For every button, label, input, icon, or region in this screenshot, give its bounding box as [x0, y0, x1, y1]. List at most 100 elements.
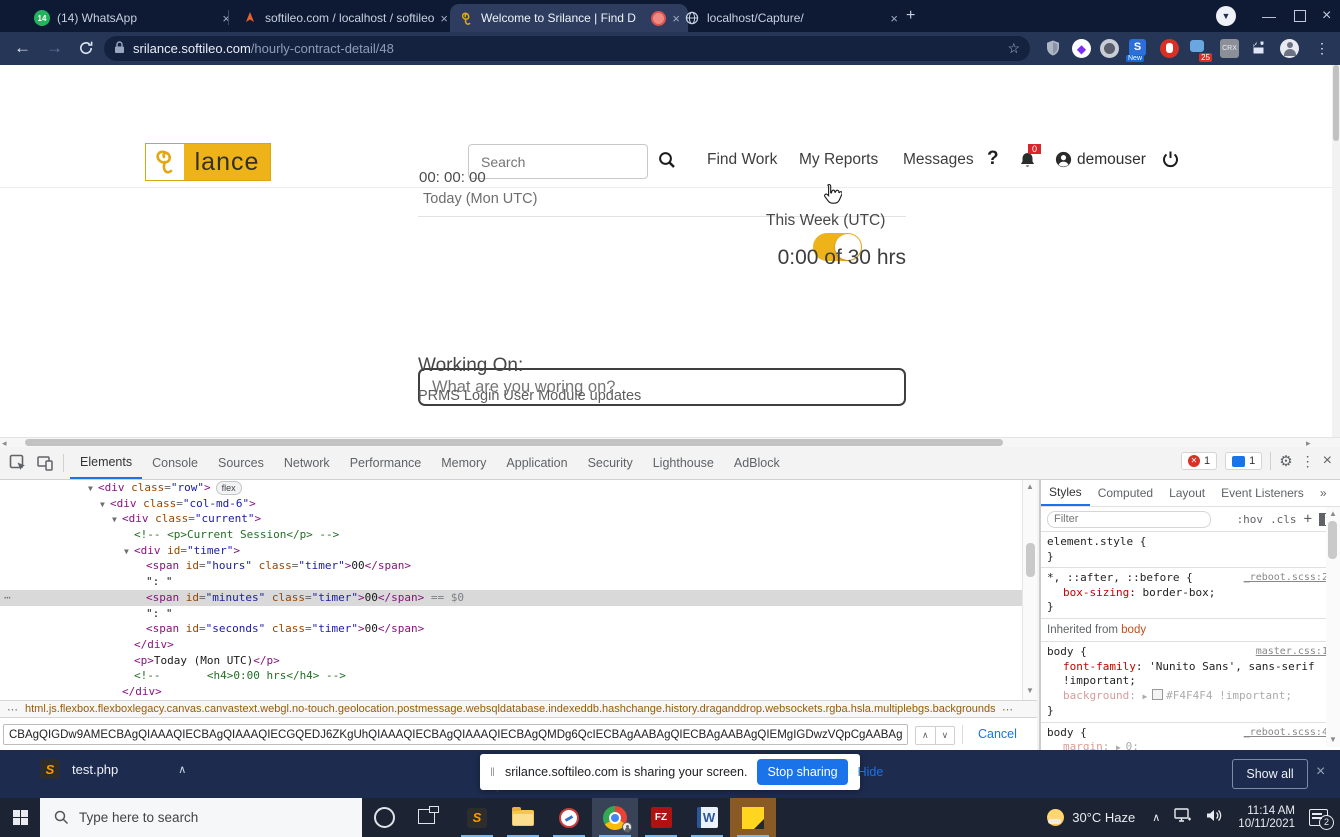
start-button[interactable]: [0, 798, 40, 837]
maximize-window-button[interactable]: [1294, 10, 1306, 22]
dom-tree-line[interactable]: ▼ <div class="current">: [0, 511, 1022, 527]
dom-tree-line[interactable]: <!-- <p>Current Session</p> -->: [0, 527, 1022, 543]
twisty-icon[interactable]: ▼: [100, 497, 110, 513]
download-item[interactable]: S test.php ∧: [40, 759, 186, 779]
taskbar-search[interactable]: Type here to search: [40, 798, 362, 837]
dom-tree-line[interactable]: </div>: [0, 637, 1022, 653]
taskbar-app-word[interactable]: W: [684, 798, 730, 837]
tab-whatsapp[interactable]: 14 (14) WhatsApp ×: [26, 4, 238, 32]
user-icon[interactable]: [1055, 151, 1072, 173]
extensions-puzzle-icon[interactable]: [1250, 39, 1269, 58]
taskbar-app-sticky-notes[interactable]: [730, 798, 776, 837]
minimize-window-button[interactable]: —: [1262, 8, 1276, 24]
tab-localhost-capture[interactable]: localhost/Capture/ ×: [676, 4, 906, 32]
page-horizontal-scrollbar[interactable]: ◂ ▸: [0, 437, 1340, 448]
close-window-button[interactable]: ×: [1322, 7, 1331, 25]
expand-arrow-icon[interactable]: ▶: [1116, 743, 1126, 750]
dom-tree-line[interactable]: <!-- <h4>0:00 hrs</h4> -->: [0, 668, 1022, 684]
find-input[interactable]: [3, 724, 908, 745]
styles-filter-input[interactable]: [1047, 510, 1211, 528]
rule-selector[interactable]: element.style {: [1047, 535, 1334, 550]
dom-tree-line[interactable]: ⋯ <span id="minutes" class="timer">00</sp…: [0, 589, 1022, 606]
download-chevron-icon[interactable]: ∧: [178, 763, 186, 776]
rule-source-link[interactable]: _reboot.scss:22: [1244, 571, 1334, 586]
hov-toggle[interactable]: :hov: [1237, 513, 1264, 526]
ext-purple-icon[interactable]: ◆: [1072, 39, 1091, 58]
dom-tree-line[interactable]: <span id="hours" class="timer">00</span>: [0, 558, 1022, 574]
inspect-element-icon[interactable]: [9, 454, 27, 472]
find-cancel-button[interactable]: Cancel: [978, 727, 1017, 741]
nav-my-reports[interactable]: My Reports: [799, 151, 878, 169]
styles-pane-tab-styles[interactable]: Styles: [1041, 480, 1090, 506]
find-next-icon[interactable]: ∨: [934, 727, 955, 744]
dom-tree-line[interactable]: </div>: [0, 684, 1022, 700]
elements-scrollbar[interactable]: ▲ ▼: [1022, 480, 1037, 700]
devtools-tab-memory[interactable]: Memory: [431, 447, 496, 479]
styles-pane-tab-computed[interactable]: Computed: [1090, 480, 1161, 506]
scroll-up-icon[interactable]: ▲: [1026, 482, 1034, 491]
scrollbar-thumb[interactable]: [1026, 543, 1035, 577]
devtools-tab-performance[interactable]: Performance: [340, 447, 432, 479]
taskbar-app-sublime[interactable]: S: [454, 798, 500, 837]
show-all-downloads-button[interactable]: Show all: [1232, 759, 1308, 789]
tab-srilance-active[interactable]: Welcome to Srilance | Find D ×: [450, 4, 688, 32]
css-property[interactable]: font-family: 'Nunito Sans', sans-serif !…: [1047, 660, 1334, 689]
ext-shield-icon[interactable]: [1044, 39, 1063, 58]
css-property[interactable]: box-sizing: border-box;: [1047, 586, 1334, 601]
scroll-down-icon[interactable]: ▼: [1329, 735, 1337, 744]
expand-arrow-icon[interactable]: ▶: [1142, 692, 1152, 701]
inherited-body-link[interactable]: body: [1121, 624, 1146, 636]
taskbar-app-snip[interactable]: [546, 798, 592, 837]
styles-pane-tab--[interactable]: »: [1312, 480, 1335, 506]
rule-selector[interactable]: body {: [1047, 645, 1256, 660]
devtools-tab-application[interactable]: Application: [496, 447, 577, 479]
overflow-ellipsis-icon[interactable]: ⋯: [7, 703, 18, 716]
dom-tree-line[interactable]: ▼ <div id="timer">: [0, 543, 1022, 559]
drag-handle-icon[interactable]: ‖: [490, 765, 495, 779]
task-view-icon[interactable]: [418, 806, 439, 824]
new-tab-button[interactable]: +: [906, 7, 915, 25]
username-label[interactable]: demouser: [1077, 151, 1146, 169]
scrollbar-thumb[interactable]: [25, 439, 1003, 446]
action-center-icon[interactable]: 2: [1309, 809, 1334, 830]
dom-tree-line[interactable]: ▼ <div class="row"> flex: [0, 480, 1022, 496]
ext-crx-icon[interactable]: CRX: [1220, 39, 1239, 58]
styles-pane-tab-layout[interactable]: Layout: [1161, 480, 1213, 506]
ext-red-icon[interactable]: [1160, 39, 1179, 58]
taskbar-app-filezilla[interactable]: FZ: [638, 798, 684, 837]
css-property[interactable]: background: ▶ #F4F4F4 !important;: [1047, 688, 1334, 705]
rule-source-link[interactable]: master.css:16: [1256, 645, 1334, 660]
styles-pane-tab-event-listeners[interactable]: Event Listeners: [1213, 480, 1312, 506]
download-bar-close-icon[interactable]: ×: [1316, 763, 1325, 781]
stop-sharing-button[interactable]: Stop sharing: [757, 759, 848, 785]
help-icon[interactable]: ?: [987, 148, 999, 170]
site-search-input[interactable]: [468, 144, 648, 179]
new-style-rule-button[interactable]: +: [1304, 511, 1312, 527]
browser-profile-icon[interactable]: ▼: [1216, 6, 1236, 26]
forward-button[interactable]: →: [46, 39, 63, 56]
find-previous-icon[interactable]: ∧: [916, 727, 935, 744]
taskbar-clock[interactable]: 11:14 AM 10/11/2021: [1238, 805, 1295, 831]
dom-tree-line[interactable]: ": ": [0, 606, 1022, 622]
scroll-up-icon[interactable]: ▲: [1329, 509, 1337, 518]
browser-menu-kebab-icon[interactable]: ⋮: [1315, 40, 1329, 57]
cortana-icon[interactable]: [374, 807, 395, 828]
close-tab-icon[interactable]: ×: [890, 11, 898, 26]
weather-icon[interactable]: [1047, 809, 1065, 826]
page-vertical-scrollbar[interactable]: [1332, 65, 1340, 437]
scrollbar-thumb[interactable]: [1328, 521, 1337, 559]
volume-icon[interactable]: [1206, 808, 1223, 828]
back-button[interactable]: ←: [14, 39, 31, 56]
devtools-tab-console[interactable]: Console: [142, 447, 208, 479]
devtools-tab-adblock[interactable]: AdBlock: [724, 447, 790, 479]
issues-counter[interactable]: 1: [1225, 452, 1263, 470]
cls-toggle[interactable]: .cls: [1270, 513, 1297, 526]
dom-tree-line[interactable]: <span id="seconds" class="timer">00</spa…: [0, 621, 1022, 637]
devtools-tab-network[interactable]: Network: [274, 447, 340, 479]
devtools-close-icon[interactable]: ×: [1323, 452, 1332, 470]
styles-scrollbar[interactable]: ▲ ▼: [1326, 507, 1340, 747]
devtools-settings-icon[interactable]: ⚙: [1279, 452, 1292, 470]
dom-tree-line[interactable]: <p>Today (Mon UTC)</p>: [0, 653, 1022, 669]
rule-selector[interactable]: *, ::after, ::before {: [1047, 571, 1244, 586]
search-icon[interactable]: [658, 151, 676, 174]
